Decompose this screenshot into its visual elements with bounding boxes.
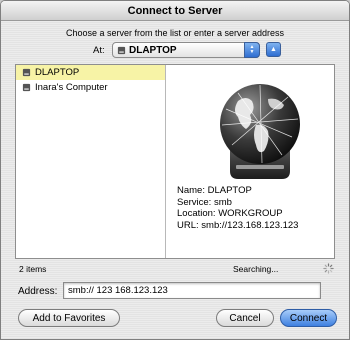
- address-label: Address:: [18, 286, 58, 297]
- server-location: Location: WORKGROUP: [177, 208, 283, 219]
- cancel-button[interactable]: Cancel: [216, 309, 274, 327]
- search-status: Searching...: [233, 264, 279, 274]
- drive-icon: [117, 46, 126, 54]
- address-input[interactable]: [63, 282, 321, 299]
- list-item[interactable]: DLAPTOP: [16, 65, 165, 80]
- list-item[interactable]: Inara's Computer: [16, 80, 165, 95]
- server-location-popup[interactable]: DLAPTOP ▲ ▼: [112, 42, 260, 58]
- up-arrow-icon: ▲: [270, 46, 277, 53]
- at-label: At:: [93, 45, 105, 56]
- server-browser: DLAPTOP Inara's Computer Name: DLAPTOP S…: [15, 64, 335, 259]
- server-name: Name: DLAPTOP: [177, 185, 252, 196]
- server-drive-icon: [22, 68, 31, 77]
- server-drive-icon: [22, 83, 31, 92]
- list-item-label: Inara's Computer: [35, 82, 108, 93]
- server-info: Name: DLAPTOP Service: smb Location: WOR…: [177, 185, 298, 231]
- go-up-button[interactable]: ▲: [266, 42, 281, 57]
- server-service: Service: smb: [177, 196, 232, 208]
- server-list[interactable]: DLAPTOP Inara's Computer: [16, 65, 166, 258]
- spinner-icon: [323, 263, 334, 274]
- add-to-favorites-button[interactable]: Add to Favorites: [18, 309, 120, 327]
- popup-selected-value: DLAPTOP: [129, 44, 177, 56]
- connect-to-server-dialog: Connect to Server Choose a server from t…: [0, 0, 350, 340]
- item-count: 2 items: [19, 264, 47, 274]
- instruction-text: Choose a server from the list or enter a…: [65, 28, 285, 38]
- window-title: Connect to Server: [1, 1, 349, 21]
- connect-button[interactable]: Connect: [280, 309, 337, 327]
- list-item-label: DLAPTOP: [35, 67, 80, 78]
- server-url: URL: smb://123.168.123.123: [177, 219, 299, 231]
- popup-arrows-icon: ▲ ▼: [244, 42, 260, 58]
- server-preview: Name: DLAPTOP Service: smb Location: WOR…: [167, 65, 334, 258]
- network-globe-icon: [212, 79, 307, 184]
